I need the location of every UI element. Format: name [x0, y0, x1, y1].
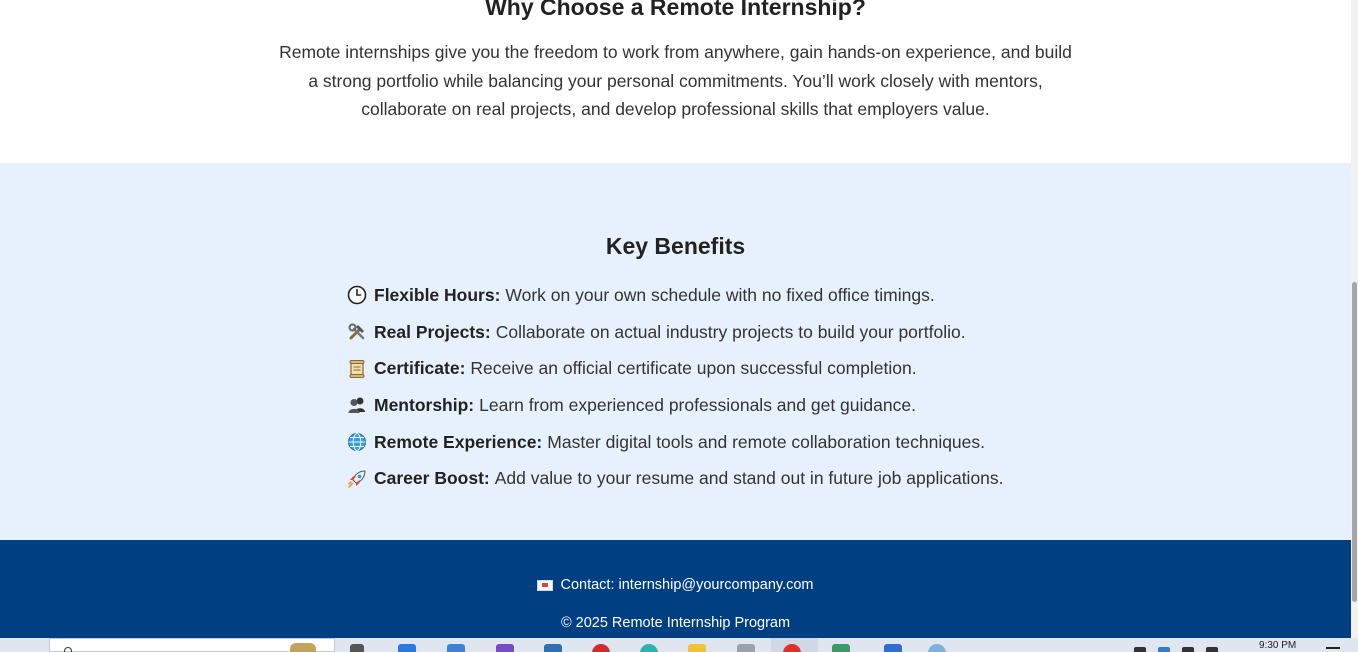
benefit-certificate: Certificate: Receive an official certifi… — [346, 350, 1004, 387]
taskbar-clock[interactable]: 9:30 PM — [1259, 640, 1296, 651]
scroll-icon — [346, 358, 368, 380]
benefit-real-projects: Real Projects: Collaborate on actual ind… — [346, 314, 1004, 351]
visual-studio-icon[interactable] — [496, 644, 514, 652]
benefit-name: Career Boost: — [374, 468, 490, 489]
app-icon[interactable] — [640, 644, 658, 652]
benefit-remote-experience: Remote Experience: Master digital tools … — [346, 424, 1004, 461]
search-icon — [64, 647, 72, 652]
windows-taskbar: 9:30 PM — [0, 638, 1358, 652]
why-remote-title: Why Choose a Remote Internship? — [485, 0, 866, 20]
file-explorer-icon[interactable] — [447, 644, 465, 652]
windows-start-icon[interactable] — [18, 646, 32, 652]
benefit-name: Real Projects: — [374, 321, 491, 342]
chrome-icon[interactable] — [783, 644, 801, 652]
taskbar-search-box[interactable] — [49, 638, 335, 652]
why-remote-text: Remote internships give you the freedom … — [279, 42, 1072, 120]
volume-icon[interactable] — [1206, 647, 1218, 652]
network-icon[interactable] — [1134, 647, 1146, 652]
benefit-list: Flexible Hours: Work on your own schedul… — [346, 277, 1004, 497]
people-icon — [346, 394, 368, 416]
display-icon[interactable] — [1182, 647, 1194, 652]
footer-contact-text[interactable]: Contact: internship@yourcompany.com — [560, 577, 813, 593]
benefit-description: Add value to your resume and stand out i… — [494, 468, 1004, 489]
tools-icon — [346, 321, 368, 343]
benefit-name: Remote Experience: — [374, 431, 543, 452]
why-remote-section: Why Choose a Remote Internship? Remote i… — [0, 0, 1351, 163]
onedrive-icon[interactable] — [1158, 647, 1170, 652]
copilot-icon[interactable] — [398, 644, 416, 652]
benefit-name: Flexible Hours: — [374, 284, 501, 305]
key-benefits-section: Key Benefits Flexible Hours: Work on you… — [0, 163, 1351, 540]
vscode-icon[interactable] — [884, 644, 902, 652]
benefit-name: Mentorship: — [374, 394, 475, 415]
benefit-description: Learn from experienced professionals and… — [479, 394, 916, 415]
taskbar-active-app[interactable] — [771, 638, 818, 652]
footer-contact: Contact: internship@yourcompany.com — [0, 577, 1351, 593]
key-benefits-title: Key Benefits — [605, 233, 746, 259]
benefit-career-boost: Career Boost: Add value to your resume a… — [346, 460, 1004, 497]
store-icon[interactable] — [544, 644, 562, 652]
notification-icon[interactable] — [1326, 647, 1340, 652]
page-footer: Contact: internship@yourcompany.com © 20… — [0, 540, 1351, 638]
notepad-icon[interactable] — [737, 644, 755, 652]
opera-icon[interactable] — [592, 644, 610, 652]
benefit-description: Collaborate on actual industry projects … — [495, 321, 966, 342]
benefit-description: Receive an official certificate upon suc… — [470, 358, 917, 379]
benefit-description: Master digital tools and remote collabor… — [547, 431, 986, 452]
folder-icon[interactable] — [688, 644, 706, 652]
app-icon[interactable] — [832, 644, 850, 652]
rocket-icon — [346, 468, 368, 490]
clock-icon — [346, 284, 368, 306]
benefit-description: Work on your own schedule with no fixed … — [505, 284, 935, 305]
globe-icon — [346, 431, 368, 453]
search-highlight-icon — [290, 643, 316, 652]
mail-icon — [537, 579, 554, 591]
footer-copyright: © 2025 Remote Internship Program — [560, 615, 791, 631]
benefit-flexible-hours: Flexible Hours: Work on your own schedul… — [346, 277, 1004, 314]
browser-viewport: Why Choose a Remote Internship? Remote i… — [0, 0, 1351, 638]
vertical-scrollbar[interactable] — [1351, 0, 1358, 638]
app-icon[interactable] — [928, 644, 946, 652]
scrollbar-thumb[interactable] — [1352, 282, 1357, 602]
benefit-mentorship: Mentorship: Learn from experienced profe… — [346, 387, 1004, 424]
benefit-name: Certificate: — [374, 358, 466, 379]
task-view-icon[interactable] — [350, 644, 364, 652]
